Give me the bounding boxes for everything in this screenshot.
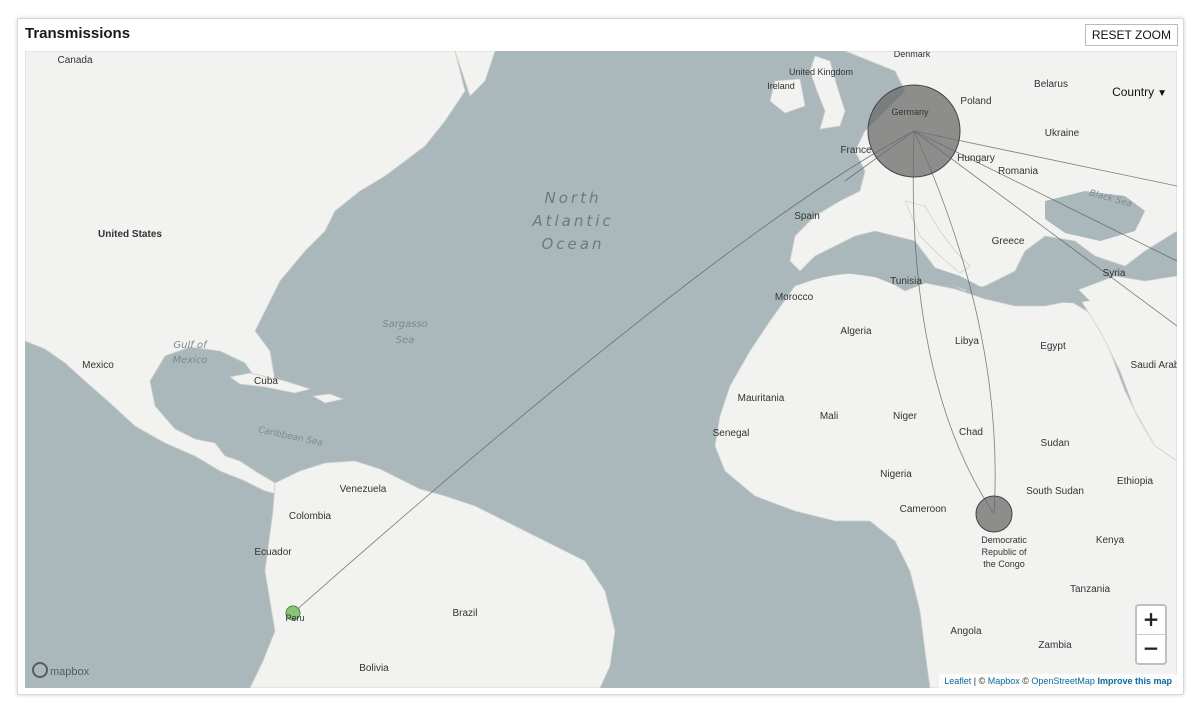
country-label: Algeria bbox=[840, 326, 872, 337]
country-label: Angola bbox=[950, 626, 982, 637]
country-label: Tanzania bbox=[1070, 584, 1110, 595]
country-label: Brazil bbox=[452, 608, 477, 619]
country-label: Mali bbox=[820, 411, 838, 422]
country-label: Ireland bbox=[767, 81, 795, 91]
country-label: Egypt bbox=[1040, 341, 1066, 352]
ocean-label-1: North bbox=[545, 189, 602, 207]
country-label: Niger bbox=[893, 411, 918, 422]
sea-label-gulf: Gulf of bbox=[173, 340, 208, 351]
country-label: Bolivia bbox=[359, 663, 389, 674]
country-label: Cuba bbox=[254, 376, 278, 387]
attribution-sep: © bbox=[1019, 676, 1032, 686]
country-label: Romania bbox=[998, 166, 1038, 177]
country-label-drc-1: Democratic bbox=[981, 535, 1027, 545]
country-label: Chad bbox=[959, 427, 983, 438]
country-label: Cameroon bbox=[900, 504, 947, 515]
country-label: Nigeria bbox=[880, 469, 912, 480]
attribution-sep: | © bbox=[971, 676, 988, 686]
transmissions-map[interactable]: North Atlantic Ocean Sargasso Sea Gulf o… bbox=[25, 51, 1177, 688]
reset-zoom-button[interactable]: RESET ZOOM bbox=[1084, 24, 1178, 46]
mapbox-icon bbox=[32, 662, 48, 678]
transmissions-panel: Transmissions RESET ZOOM North Atlantic … bbox=[17, 18, 1184, 695]
grouping-select[interactable]: Country ▼ bbox=[1112, 85, 1167, 99]
country-label: Zambia bbox=[1038, 640, 1072, 651]
node-drc[interactable] bbox=[975, 495, 1013, 533]
country-label: Spain bbox=[794, 211, 820, 222]
country-label: Canada bbox=[57, 55, 92, 66]
country-label: Syria bbox=[1103, 268, 1126, 279]
country-label: Hungary bbox=[957, 153, 995, 164]
country-label: Sudan bbox=[1041, 438, 1070, 449]
panel-header: Transmissions RESET ZOOM bbox=[18, 19, 1183, 51]
improve-map-link[interactable]: Improve this map bbox=[1097, 676, 1172, 686]
sea-label-gulf-2: Mexico bbox=[172, 355, 207, 366]
zoom-out-button[interactable]: − bbox=[1137, 635, 1165, 663]
map-canvas: North Atlantic Ocean Sargasso Sea Gulf o… bbox=[25, 51, 1177, 688]
country-label-peru: Peru bbox=[285, 613, 304, 623]
country-label-drc-2: Republic of bbox=[981, 547, 1027, 557]
leaflet-link[interactable]: Leaflet bbox=[944, 676, 971, 686]
country-label: Poland bbox=[960, 96, 991, 107]
country-label: Tunisia bbox=[890, 276, 922, 287]
country-label: Libya bbox=[955, 336, 979, 347]
mapbox-link[interactable]: Mapbox bbox=[988, 676, 1020, 686]
country-label: Morocco bbox=[775, 292, 814, 303]
country-label: United Kingdom bbox=[789, 67, 853, 77]
zoom-control: + − bbox=[1135, 604, 1167, 665]
sea-label-sargasso: Sargasso bbox=[382, 319, 428, 330]
map-attribution: Leaflet | © Mapbox © OpenStreetMap Impro… bbox=[939, 674, 1177, 688]
panel-title: Transmissions bbox=[25, 25, 131, 42]
country-label: Saudi Arab bbox=[1131, 360, 1177, 371]
chevron-down-icon: ▼ bbox=[1157, 88, 1167, 99]
country-label-germany: Germany bbox=[891, 107, 929, 117]
country-label: Denmark bbox=[894, 51, 931, 59]
country-label: Ecuador bbox=[254, 547, 292, 558]
country-label: Mexico bbox=[82, 360, 114, 371]
country-label: Senegal bbox=[713, 428, 750, 439]
node-germany[interactable] bbox=[867, 84, 961, 178]
country-label: Colombia bbox=[289, 511, 332, 522]
zoom-in-button[interactable]: + bbox=[1137, 606, 1165, 635]
country-label: Kenya bbox=[1096, 535, 1125, 546]
country-label: Mauritania bbox=[738, 393, 785, 404]
osm-link[interactable]: OpenStreetMap bbox=[1031, 676, 1095, 686]
mapbox-logo-text: mapbox bbox=[50, 666, 90, 678]
mapbox-logo[interactable]: mapbox bbox=[32, 662, 89, 678]
country-label: South Sudan bbox=[1026, 486, 1084, 497]
country-label: Ukraine bbox=[1045, 128, 1080, 139]
sea-label-sargasso-2: Sea bbox=[396, 335, 415, 346]
country-label: France bbox=[840, 145, 872, 156]
country-label: Ethiopia bbox=[1117, 476, 1154, 487]
country-label: Greece bbox=[992, 236, 1025, 247]
country-label: Venezuela bbox=[340, 484, 387, 495]
country-label: United States bbox=[98, 229, 162, 240]
country-label-drc-3: the Congo bbox=[983, 559, 1025, 569]
ocean-label-2: Atlantic bbox=[531, 212, 613, 230]
country-label: Belarus bbox=[1034, 79, 1068, 90]
ocean-label-3: Ocean bbox=[542, 235, 605, 253]
grouping-select-value: Country bbox=[1112, 85, 1155, 99]
